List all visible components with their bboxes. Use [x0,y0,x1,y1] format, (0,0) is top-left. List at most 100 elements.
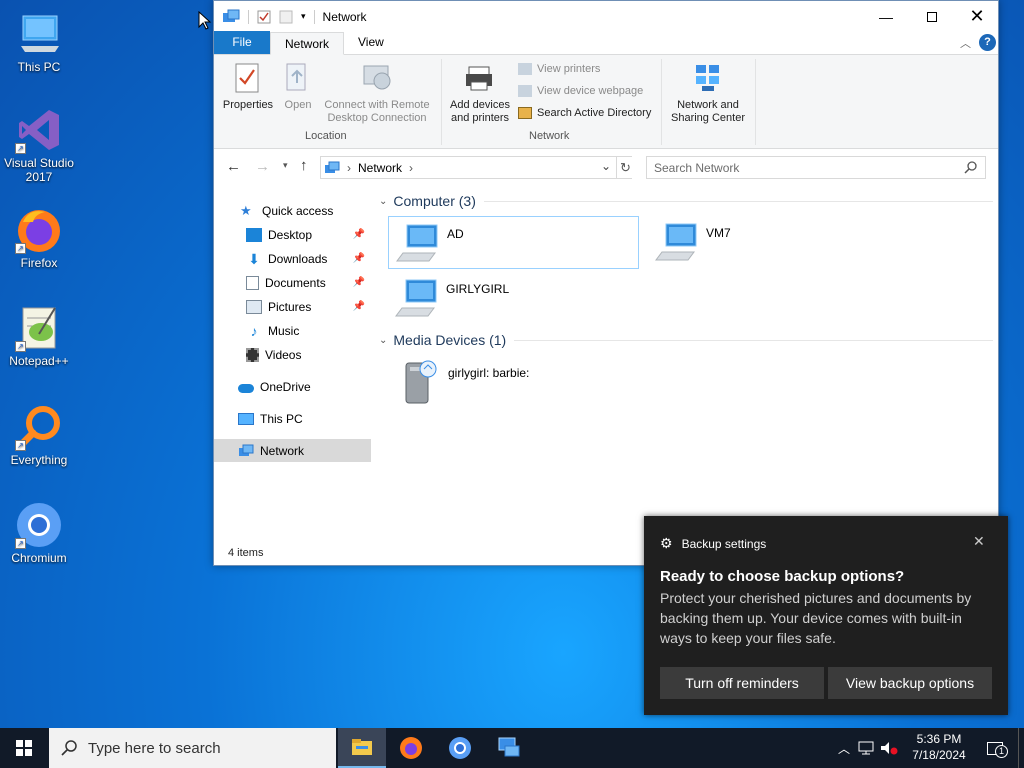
view-backup-options-button[interactable]: View backup options [828,667,992,699]
close-button[interactable]: ✕ [954,1,1000,32]
active-directory-icon [518,107,532,119]
close-notification-icon[interactable]: ✕ [973,533,985,550]
gear-icon: ⚙ [660,535,673,551]
network-item-vm7[interactable]: VM7 [648,216,848,269]
network-group-label: Network [529,130,570,142]
show-hidden-icons-chevron-icon[interactable]: ︿ [838,740,850,757]
ribbon-separator [755,59,756,145]
desktop-icon-this-pc[interactable]: This PC [1,10,77,74]
maximize-button[interactable] [909,1,955,32]
desktop-icon-chromium[interactable]: ↗ Chromium [1,501,77,565]
nav-this-pc[interactable]: This PC [214,407,371,430]
add-devices-button[interactable]: Add devices and printers [446,61,514,125]
desktop-icon-everything[interactable]: ↗ Everything [1,403,77,467]
nav-documents[interactable]: Documents 📌 [214,271,371,294]
start-button[interactable] [0,728,48,768]
title-bar[interactable]: ▾ Network — ✕ [214,1,998,32]
breadcrumb-network[interactable]: Network [358,161,402,175]
backup-notification[interactable]: ⚙ Backup settings ✕ Ready to choose back… [644,516,1008,715]
computer-icon [15,10,63,58]
desktop-icon-label: Visual Studio 2017 [4,156,74,184]
turn-off-reminders-button[interactable]: Turn off reminders [660,667,824,699]
taskbar-firefox[interactable] [387,728,435,768]
open-icon [286,63,306,91]
tab-network[interactable]: Network [270,32,345,55]
network-status-icon[interactable] [858,741,874,755]
taskbar: Type here to search ︿ 5:36 PM 7/18/2024 … [0,728,1024,768]
qat-divider [313,9,315,24]
nav-downloads[interactable]: ⬇ Downloads 📌 [214,247,371,270]
nav-desktop[interactable]: Desktop 📌 [214,223,371,246]
group-divider [514,339,993,341]
media-device-item[interactable]: girlygirl: barbie: [388,355,639,408]
explorer-window[interactable]: ▾ Network — ✕ File Network View ︿ ? Prop… [213,0,999,566]
pin-icon[interactable]: 📌 [353,277,365,288]
network-item-ad[interactable]: AD [388,216,639,269]
view-printers-icon [518,63,532,75]
ribbon-collapse-icon[interactable]: ︿ [960,35,971,51]
forward-arrow-icon[interactable]: → [255,158,270,175]
pin-icon[interactable]: 📌 [353,253,365,264]
back-arrow-icon[interactable]: ← [226,158,241,175]
everything-search-icon: ↗ [15,403,63,451]
view-printers-button[interactable]: View printers [518,63,600,75]
minimize-button[interactable]: — [863,1,909,32]
network-icon [238,444,254,458]
desktop-icon-firefox[interactable]: ↗ Firefox [1,206,77,270]
address-bar[interactable]: › Network › ⌄ [320,156,632,179]
tab-file[interactable]: File [214,31,270,54]
nav-videos[interactable]: Videos [214,343,371,366]
search-active-directory-button[interactable]: Search Active Directory [518,107,651,119]
view-device-webpage-button[interactable]: View device webpage [518,85,643,97]
taskbar-network-app[interactable] [485,728,533,768]
search-input[interactable]: Search Network [646,156,986,179]
properties-button[interactable]: Properties [220,61,276,112]
open-button[interactable]: Open [280,61,316,112]
qat-dropdown-icon[interactable]: ▾ [301,11,306,22]
pin-icon[interactable]: 📌 [353,229,365,240]
pin-icon[interactable]: 📌 [353,301,365,312]
group-header-media-devices[interactable]: ⌄ Media Devices (1) [379,332,993,348]
file-explorer-icon [352,739,372,755]
show-desktop-strip[interactable] [1018,728,1024,768]
recent-locations-chevron-icon[interactable]: ▾ [283,160,288,171]
search-icon [964,161,977,174]
search-icon [61,740,77,756]
group-header-computer[interactable]: ⌄ Computer (3) [379,193,993,209]
nav-network[interactable]: Network [214,439,371,462]
clock-date: 7/18/2024 [912,748,966,762]
nav-onedrive[interactable]: OneDrive [214,375,371,398]
tab-view[interactable]: View [344,31,398,54]
properties-qat-icon[interactable] [257,10,271,24]
collapse-chevron-icon[interactable]: ⌄ [379,335,387,346]
network-computer-icon [498,737,520,757]
documents-icon [246,275,259,290]
up-arrow-icon[interactable]: ↑ [300,157,308,174]
action-center-button[interactable]: 1 [980,728,1010,768]
taskbar-chromium[interactable] [436,728,484,768]
network-sharing-center-button[interactable]: Network and Sharing Center [666,61,750,125]
desktop-icon-visual-studio[interactable]: ↗ Visual Studio 2017 [1,106,77,184]
remote-desktop-icon [363,65,391,90]
nav-music[interactable]: ♪ Music [214,319,371,342]
nav-pictures[interactable]: Pictures 📌 [214,295,371,318]
remote-desktop-button[interactable]: Connect with Remote Desktop Connection [320,61,434,125]
help-icon[interactable]: ? [979,34,996,51]
volume-muted-icon[interactable] [880,741,898,755]
group-divider [483,200,993,202]
clock[interactable]: 5:36 PM 7/18/2024 [904,731,974,763]
refresh-button[interactable]: ↻ [616,157,634,178]
taskbar-search-box[interactable]: Type here to search [49,728,336,768]
new-folder-qat-icon[interactable] [279,10,293,24]
system-tray: ︿ [838,728,898,768]
nav-quick-access[interactable]: ★ Quick access [214,199,371,222]
desktop-icon-notepad-plus-plus[interactable]: ↗ Notepad++ [1,304,77,368]
firefox-icon: ↗ [15,206,63,254]
network-item-girlygirl[interactable]: GIRLYGIRL [388,272,639,325]
taskbar-file-explorer[interactable] [338,728,386,768]
printer-icon [466,66,492,91]
ribbon: Properties Open Connect with Remote Desk… [214,55,998,149]
address-dropdown-icon[interactable]: ⌄ [601,159,611,173]
breadcrumb-chevron-icon[interactable]: › [409,161,413,175]
collapse-chevron-icon[interactable]: ⌄ [379,196,387,207]
